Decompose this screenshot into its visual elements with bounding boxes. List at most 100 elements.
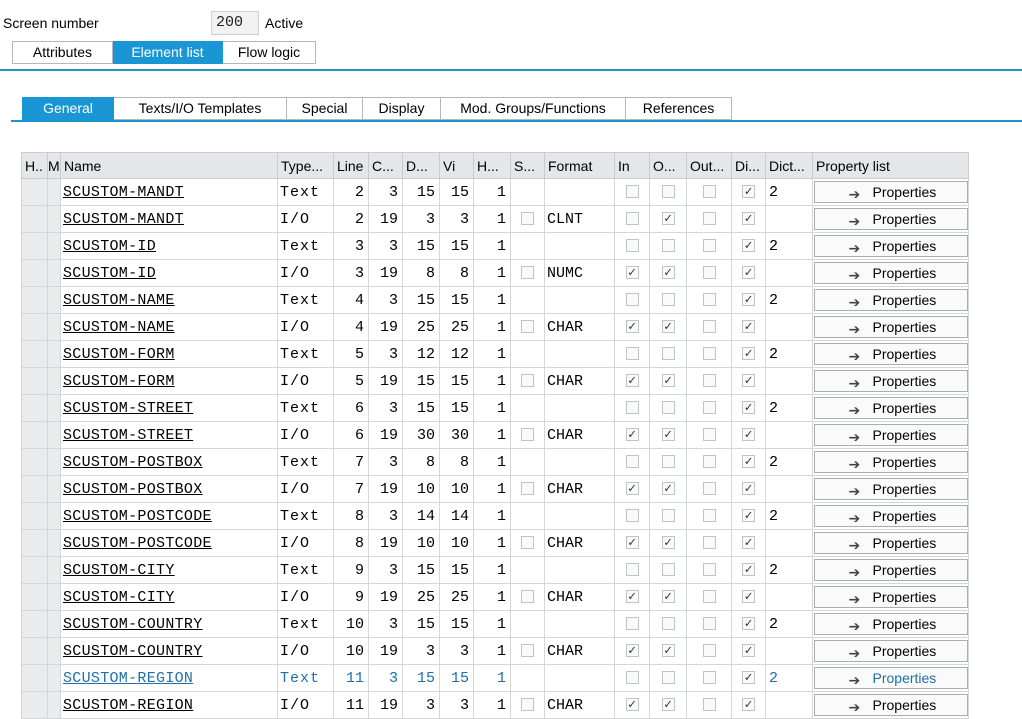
properties-button[interactable]: ➔ Properties [813, 667, 968, 689]
col-header-dict-field[interactable]: Di... [731, 152, 766, 179]
row-selector[interactable] [21, 313, 48, 341]
element-name[interactable]: SCUSTOM-COUNTRY [60, 637, 278, 665]
col-header-type[interactable]: Type... [277, 152, 334, 179]
output-checkbox[interactable]: ✓ [661, 212, 675, 226]
col-header-input[interactable]: In [614, 152, 650, 179]
properties-button[interactable]: ➔ Properties [813, 451, 968, 473]
element-name[interactable]: SCUSTOM-STREET [60, 394, 278, 422]
output-only-checkbox[interactable] [702, 185, 716, 199]
dict-field-checkbox[interactable]: ✓ [742, 428, 755, 442]
tab-references[interactable]: References [626, 97, 732, 120]
input-checkbox[interactable] [625, 185, 639, 199]
properties-button[interactable]: ➔ Properties [813, 613, 968, 635]
output-checkbox[interactable] [661, 671, 675, 685]
output-only-checkbox[interactable] [702, 212, 716, 226]
output-only-checkbox[interactable] [702, 401, 716, 415]
properties-button[interactable]: ➔ Properties [813, 343, 968, 365]
row-selector[interactable] [21, 421, 48, 449]
element-name[interactable]: SCUSTOM-CITY [60, 556, 278, 584]
col-header-def-length[interactable]: D... [402, 152, 440, 179]
element-name[interactable]: SCUSTOM-MANDT [60, 178, 278, 206]
dict-field-checkbox[interactable]: ✓ [742, 185, 755, 199]
output-checkbox[interactable]: ✓ [661, 698, 675, 712]
input-checkbox[interactable] [625, 239, 639, 253]
properties-button[interactable]: ➔ Properties [813, 316, 968, 338]
element-name[interactable]: SCUSTOM-POSTBOX [60, 475, 278, 503]
input-checkbox[interactable] [625, 509, 639, 523]
row-selector[interactable] [21, 691, 48, 719]
output-checkbox[interactable] [661, 347, 675, 361]
output-checkbox[interactable]: ✓ [661, 374, 675, 388]
col-header-scroll[interactable]: S... [510, 152, 545, 179]
screen-number-field[interactable]: 200 [211, 11, 259, 35]
tab-special[interactable]: Special [287, 97, 363, 120]
row-selector[interactable] [21, 205, 48, 233]
output-only-checkbox[interactable] [702, 563, 716, 577]
output-only-checkbox[interactable] [702, 644, 716, 658]
dict-field-checkbox[interactable]: ✓ [742, 293, 755, 307]
output-checkbox[interactable]: ✓ [661, 428, 675, 442]
output-checkbox[interactable] [661, 563, 675, 577]
row-selector[interactable] [21, 556, 48, 584]
output-checkbox[interactable]: ✓ [661, 320, 675, 334]
tab-display[interactable]: Display [363, 97, 441, 120]
properties-button[interactable]: ➔ Properties [813, 181, 968, 203]
output-checkbox[interactable] [661, 293, 675, 307]
output-checkbox[interactable]: ✓ [661, 644, 675, 658]
output-only-checkbox[interactable] [702, 455, 716, 469]
dict-field-checkbox[interactable]: ✓ [742, 590, 755, 604]
input-checkbox[interactable]: ✓ [625, 590, 639, 604]
properties-button[interactable]: ➔ Properties [813, 532, 968, 554]
properties-button[interactable]: ➔ Properties [813, 424, 968, 446]
row-selector[interactable] [21, 664, 48, 692]
output-only-checkbox[interactable] [702, 671, 716, 685]
output-checkbox[interactable]: ✓ [661, 482, 675, 496]
properties-button[interactable]: ➔ Properties [813, 640, 968, 662]
scroll-checkbox[interactable] [521, 536, 534, 550]
col-header-m[interactable]: M [47, 152, 61, 179]
element-name[interactable]: SCUSTOM-REGION [60, 691, 278, 719]
dict-field-checkbox[interactable]: ✓ [742, 266, 755, 280]
properties-button[interactable]: ➔ Properties [813, 478, 968, 500]
input-checkbox[interactable]: ✓ [625, 482, 639, 496]
input-checkbox[interactable] [625, 293, 639, 307]
row-selector[interactable] [21, 394, 48, 422]
tab-attributes[interactable]: Attributes [12, 41, 113, 64]
row-selector[interactable] [21, 232, 48, 260]
tab-mod-groups-functions[interactable]: Mod. Groups/Functions [441, 97, 626, 120]
input-checkbox[interactable]: ✓ [625, 644, 639, 658]
output-only-checkbox[interactable] [702, 347, 716, 361]
col-header-output[interactable]: O... [649, 152, 687, 179]
input-checkbox[interactable] [625, 455, 639, 469]
output-checkbox[interactable] [661, 509, 675, 523]
output-only-checkbox[interactable] [702, 266, 716, 280]
input-checkbox[interactable] [625, 347, 639, 361]
tab-texts-io-templates[interactable]: Texts/I/O Templates [114, 97, 287, 120]
row-selector[interactable] [21, 340, 48, 368]
dict-field-checkbox[interactable]: ✓ [742, 509, 755, 523]
properties-button[interactable]: ➔ Properties [813, 505, 968, 527]
element-name[interactable]: SCUSTOM-REGION [60, 664, 278, 692]
scroll-checkbox[interactable] [521, 590, 534, 604]
output-only-checkbox[interactable] [702, 374, 716, 388]
scroll-checkbox[interactable] [521, 428, 534, 442]
output-checkbox[interactable] [661, 401, 675, 415]
dict-field-checkbox[interactable]: ✓ [742, 671, 755, 685]
input-checkbox[interactable]: ✓ [625, 320, 639, 334]
output-only-checkbox[interactable] [702, 320, 716, 334]
properties-button[interactable]: ➔ Properties [813, 208, 968, 230]
output-only-checkbox[interactable] [702, 293, 716, 307]
element-name[interactable]: SCUSTOM-COUNTRY [60, 610, 278, 638]
output-only-checkbox[interactable] [702, 509, 716, 523]
output-only-checkbox[interactable] [702, 536, 716, 550]
row-selector[interactable] [21, 448, 48, 476]
row-selector[interactable] [21, 286, 48, 314]
row-selector[interactable] [21, 475, 48, 503]
element-name[interactable]: SCUSTOM-FORM [60, 367, 278, 395]
scroll-checkbox[interactable] [521, 266, 534, 280]
output-only-checkbox[interactable] [702, 617, 716, 631]
input-checkbox[interactable] [625, 401, 639, 415]
input-checkbox[interactable]: ✓ [625, 428, 639, 442]
input-checkbox[interactable] [625, 563, 639, 577]
col-header-output-only[interactable]: Out... [686, 152, 732, 179]
